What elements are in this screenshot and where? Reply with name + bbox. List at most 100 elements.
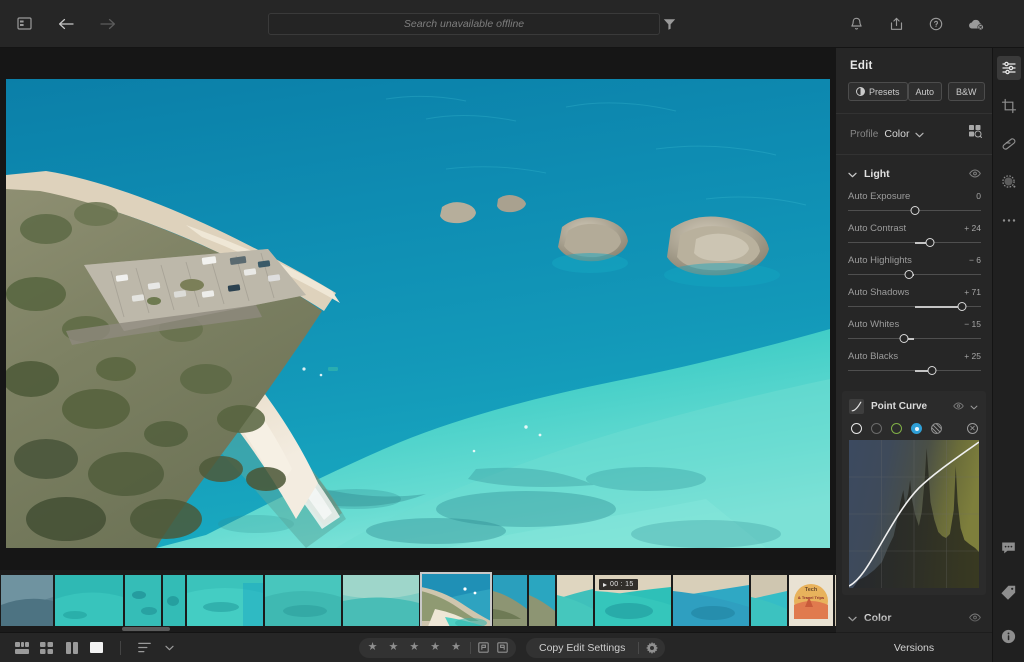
forward-arrow-icon[interactable] — [96, 12, 120, 36]
eye-icon[interactable] — [969, 609, 981, 627]
slider-track[interactable] — [848, 270, 981, 279]
slider-name: Auto Highlights — [848, 255, 912, 266]
list-item[interactable] — [673, 575, 749, 627]
slider-auto-contrast[interactable]: Auto Contrast + 24 — [848, 223, 981, 247]
bell-icon[interactable] — [844, 12, 868, 36]
color-section-header[interactable]: Color — [836, 595, 992, 632]
presets-auto-row: Presets Auto B&W — [836, 82, 992, 113]
channel-red-icon[interactable] — [871, 423, 882, 434]
curve-diagonal-icon — [849, 398, 864, 414]
search-input[interactable] — [269, 14, 659, 34]
flag-reject-icon[interactable] — [494, 640, 512, 656]
light-section-header[interactable]: Light — [836, 155, 992, 191]
filmstrip-scrollbar-thumb[interactable] — [122, 627, 170, 631]
slider-knob[interactable] — [925, 238, 935, 247]
chevron-down-icon[interactable] — [848, 165, 857, 183]
slider-name: Auto Exposure — [848, 191, 911, 202]
channel-range-icon[interactable] — [931, 423, 942, 434]
back-arrow-icon[interactable] — [54, 12, 78, 36]
slider-knob[interactable] — [957, 302, 967, 311]
rail-keywords-icon[interactable] — [997, 580, 1021, 604]
main-photo[interactable] — [6, 79, 830, 548]
auto-button[interactable]: Auto — [907, 82, 943, 101]
eye-icon[interactable] — [953, 397, 964, 415]
rail-crop-icon[interactable] — [997, 94, 1021, 118]
image-stage[interactable] — [0, 48, 836, 570]
reset-x-icon[interactable]: ✕ — [967, 423, 978, 434]
versions-button[interactable]: Versions — [836, 632, 992, 662]
filmstrip[interactable]: 00 : 15 Tech & Travel Trips — [0, 570, 836, 632]
search-bar[interactable] — [268, 13, 660, 35]
slider-track[interactable] — [848, 302, 981, 311]
share-icon[interactable] — [884, 12, 908, 36]
profile-selector[interactable]: Profile Color — [850, 125, 925, 143]
help-circle-icon[interactable] — [924, 12, 948, 36]
rating-flag-pill: ★ ★ ★ ★ ★ — [358, 637, 516, 658]
star-1[interactable]: ★ — [363, 642, 383, 653]
list-item[interactable] — [55, 575, 123, 627]
point-curve-header[interactable]: Point Curve — [842, 397, 986, 415]
rail-more-icon[interactable] — [997, 208, 1021, 232]
slider-knob[interactable] — [910, 206, 919, 215]
rail-info-icon[interactable] — [997, 624, 1021, 648]
list-item[interactable] — [125, 575, 161, 627]
list-item[interactable] — [751, 575, 787, 627]
list-item[interactable] — [420, 572, 492, 630]
flag-pick-icon[interactable] — [475, 640, 493, 656]
auto-label: Auto — [915, 86, 935, 97]
list-item[interactable] — [557, 575, 593, 627]
chevron-down-icon[interactable] — [915, 125, 925, 143]
list-item[interactable] — [529, 575, 555, 627]
chevron-down-icon[interactable] — [848, 609, 857, 627]
rail-healing-icon[interactable] — [997, 132, 1021, 156]
slider-track[interactable] — [848, 366, 981, 375]
slider-auto-highlights[interactable]: Auto Highlights − 6 — [848, 255, 981, 279]
slider-label-row: Auto Blacks + 25 — [848, 351, 981, 362]
star-4[interactable]: ★ — [425, 642, 445, 653]
slider-auto-shadows[interactable]: Auto Shadows + 71 — [848, 287, 981, 311]
presets-button[interactable]: Presets — [848, 82, 908, 101]
list-item[interactable] — [493, 575, 527, 627]
star-3[interactable]: ★ — [404, 642, 424, 653]
point-curve-graph[interactable] — [849, 440, 979, 588]
slider-name: Auto Contrast — [848, 223, 907, 234]
channel-blue-icon[interactable] — [911, 423, 922, 434]
filter-funnel-icon[interactable] — [660, 15, 678, 33]
list-item[interactable] — [1, 575, 53, 627]
slider-auto-blacks[interactable]: Auto Blacks + 25 — [848, 351, 981, 375]
chevron-down-icon[interactable] — [970, 397, 978, 415]
slider-track[interactable] — [848, 334, 981, 343]
slider-track[interactable] — [848, 238, 981, 247]
slider-track[interactable] — [848, 206, 981, 215]
slider-auto-exposure[interactable]: Auto Exposure 0 — [848, 191, 981, 215]
edit-panel: Edit Presets Auto B&W Profile Color Ligh… — [836, 48, 992, 632]
panel-toggle-icon[interactable] — [12, 12, 36, 36]
rail-masking-icon[interactable] — [997, 170, 1021, 194]
slider-value: − 15 — [964, 319, 981, 329]
bw-button[interactable]: B&W — [948, 82, 985, 101]
channel-green-icon[interactable] — [891, 423, 902, 434]
eye-icon[interactable] — [969, 165, 981, 183]
slider-knob[interactable] — [927, 366, 937, 375]
list-item[interactable] — [163, 575, 185, 627]
star-2[interactable]: ★ — [383, 642, 403, 653]
slider-knob[interactable] — [904, 270, 914, 279]
page-title: Edit — [850, 60, 873, 72]
channel-rgb-icon[interactable] — [851, 423, 862, 434]
profile-browser-icon[interactable] — [969, 125, 983, 143]
list-item[interactable] — [265, 575, 341, 627]
list-item[interactable] — [343, 575, 419, 627]
slider-knob[interactable] — [899, 334, 909, 343]
rail-comments-icon[interactable] — [997, 536, 1021, 560]
copy-edit-settings-group: Copy Edit Settings — [525, 637, 666, 658]
slider-auto-whites[interactable]: Auto Whites − 15 — [848, 319, 981, 343]
gear-icon[interactable] — [643, 640, 661, 656]
rail-edit-icon[interactable] — [996, 56, 1024, 80]
copy-edit-settings-button[interactable]: Copy Edit Settings — [530, 642, 634, 654]
list-item[interactable]: Tech & Travel Trips — [789, 575, 833, 627]
cloud-offline-icon[interactable] — [964, 12, 988, 36]
point-curve-title: Point Curve — [871, 400, 928, 412]
list-item[interactable] — [187, 575, 263, 627]
list-item[interactable]: 00 : 15 — [595, 575, 671, 627]
star-5[interactable]: ★ — [446, 642, 466, 653]
